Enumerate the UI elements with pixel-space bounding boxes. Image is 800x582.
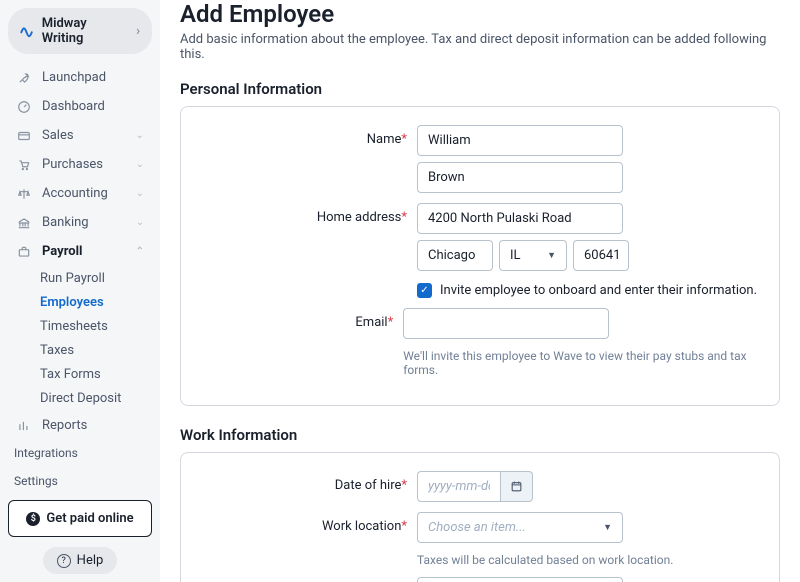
sidebar-item-payroll[interactable]: Payroll ⌃	[8, 238, 152, 265]
date-picker-button[interactable]	[501, 471, 533, 502]
dollar-circle-icon: $	[26, 512, 40, 526]
hire-label: Date of hire*	[201, 471, 417, 493]
state-select[interactable]: IL▼	[499, 240, 567, 271]
location-helper: Taxes will be calculated based on work l…	[417, 553, 673, 567]
workspace-name: Midway Writing	[42, 16, 130, 46]
nav-label: Reports	[42, 418, 87, 433]
zip-input[interactable]	[573, 240, 629, 271]
scale-icon	[16, 187, 32, 201]
section-title-work: Work Information	[180, 426, 780, 444]
help-circle-icon: ?	[57, 554, 71, 568]
city-input[interactable]	[417, 240, 493, 271]
link-integrations[interactable]: Integrations	[8, 444, 152, 462]
date-of-hire-input[interactable]	[417, 471, 501, 502]
work-info-card: Date of hire* Work location* Choose an i…	[180, 452, 780, 582]
sidebar-item-dashboard[interactable]: Dashboard	[8, 93, 152, 120]
sub-item-taxes[interactable]: Taxes	[34, 339, 152, 362]
sidebar-item-banking[interactable]: Banking ⌄	[8, 209, 152, 236]
sidebar-item-accounting[interactable]: Accounting ⌄	[8, 180, 152, 207]
calendar-icon	[510, 480, 523, 493]
email-helper: We'll invite this employee to Wave to vi…	[403, 349, 759, 377]
address-label: Home address*	[201, 203, 417, 225]
sub-item-tax-forms[interactable]: Tax Forms	[34, 363, 152, 386]
last-name-input[interactable]	[417, 162, 623, 193]
sidebar-item-purchases[interactable]: Purchases ⌄	[8, 151, 152, 178]
briefcase-icon	[16, 245, 32, 259]
wage-type-label: Wage type*	[201, 577, 417, 582]
email-input[interactable]	[403, 308, 609, 339]
link-settings[interactable]: Settings	[8, 472, 152, 490]
bank-icon	[16, 216, 32, 230]
chevron-right-icon: ›	[136, 24, 140, 39]
nav-label: Accounting	[42, 186, 108, 201]
nav-label: Banking	[42, 215, 89, 230]
sub-item-direct-deposit[interactable]: Direct Deposit	[34, 387, 152, 410]
sub-item-run-payroll[interactable]: Run Payroll	[34, 267, 152, 290]
cart-icon	[16, 158, 32, 172]
chevron-down-icon: ⌄	[136, 217, 144, 228]
work-location-select[interactable]: Choose an item...▼	[417, 512, 623, 543]
first-name-input[interactable]	[417, 125, 623, 156]
invite-checkbox[interactable]: ✓	[417, 283, 432, 298]
sub-item-employees[interactable]: Employees	[34, 291, 152, 314]
page-subtitle: Add basic information about the employee…	[180, 32, 780, 62]
gauge-icon	[16, 100, 32, 114]
invite-label: Invite employee to onboard and enter the…	[440, 283, 757, 298]
get-paid-online-button[interactable]: $ Get paid online	[8, 500, 152, 537]
nav-label: Purchases	[42, 157, 103, 172]
workspace-switcher[interactable]: Midway Writing ›	[8, 8, 152, 54]
nav-label: Sales	[42, 128, 74, 143]
name-label: Name*	[201, 125, 417, 147]
card-icon	[16, 129, 32, 143]
sidebar-item-sales[interactable]: Sales ⌄	[8, 122, 152, 149]
street-input[interactable]	[417, 203, 623, 234]
personal-info-card: Name* Home address* IL▼ ✓ Invite employe…	[180, 106, 780, 406]
caret-down-icon: ▼	[603, 522, 612, 533]
nav-label: Launchpad	[42, 70, 106, 85]
chevron-down-icon: ⌄	[136, 188, 144, 199]
help-button[interactable]: ? Help	[43, 547, 118, 574]
payroll-submenu: Run Payroll Employees Timesheets Taxes T…	[8, 267, 152, 410]
section-title-personal: Personal Information	[180, 80, 780, 98]
sub-item-timesheets[interactable]: Timesheets	[34, 315, 152, 338]
rocket-icon	[16, 71, 32, 85]
sidebar-item-reports[interactable]: Reports	[8, 412, 152, 439]
email-label: Email*	[201, 308, 403, 330]
caret-down-icon: ▼	[547, 250, 556, 261]
location-label: Work location*	[201, 512, 417, 534]
sidebar-item-launchpad[interactable]: Launchpad	[8, 64, 152, 91]
button-label: Help	[77, 553, 104, 568]
wage-type-select[interactable]: Select type▼	[417, 577, 623, 582]
wave-logo-icon	[20, 23, 36, 39]
nav-label: Dashboard	[42, 99, 105, 114]
bars-icon	[16, 419, 32, 433]
chevron-up-icon: ⌃	[136, 246, 144, 257]
button-label: Get paid online	[46, 511, 133, 526]
chevron-down-icon: ⌄	[136, 130, 144, 141]
chevron-down-icon: ⌄	[136, 159, 144, 170]
nav-label: Payroll	[42, 244, 83, 259]
page-title: Add Employee	[180, 0, 780, 28]
